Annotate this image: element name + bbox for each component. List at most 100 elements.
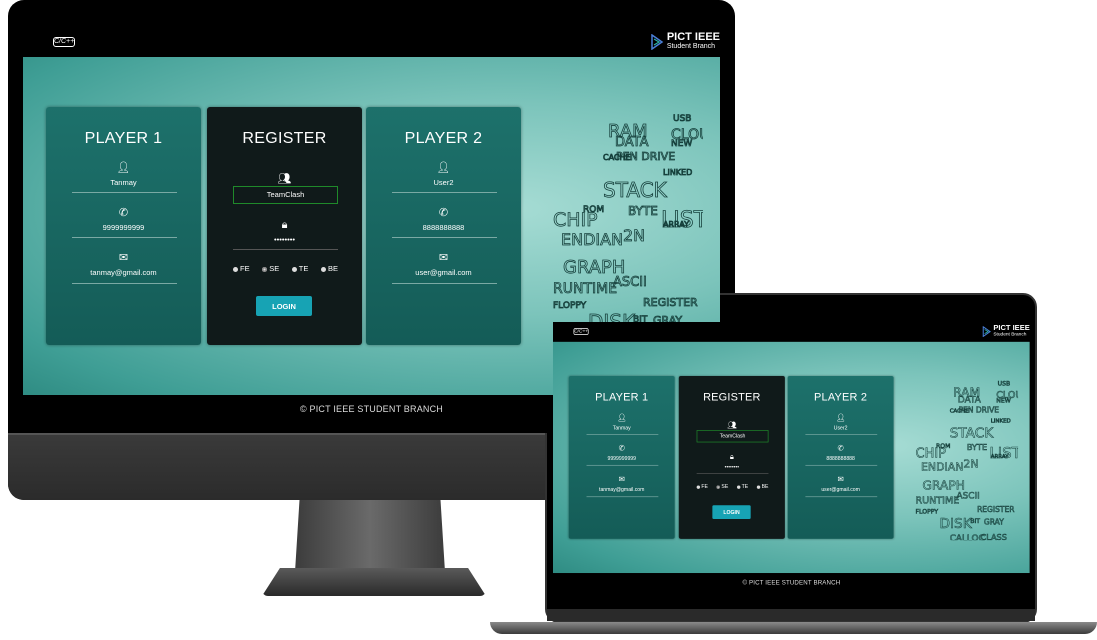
divider <box>72 283 177 284</box>
radio-te[interactable]: TE <box>736 483 749 490</box>
radio-te[interactable]: TE <box>291 264 308 273</box>
radio-dot[interactable] <box>320 266 326 272</box>
logo-title: PICT IEEE <box>666 31 720 43</box>
divider <box>586 434 659 435</box>
word-cloud-word: NEW <box>996 398 1011 405</box>
radio-dot[interactable] <box>736 485 741 489</box>
word-cloud-word: DATA <box>958 396 981 406</box>
radio-be[interactable]: BE <box>320 264 338 273</box>
player1-panel: PLAYER 1 👤︎ Tanmay ✆ 9999999999 ✉ tanmay… <box>568 376 675 539</box>
register-panel: REGISTER 👥︎ TeamClash 🔒︎ •••••••• FE SE … <box>207 107 362 345</box>
radio-dot[interactable] <box>291 266 297 272</box>
cpp-logo[interactable]: C/C++ <box>573 328 589 335</box>
word-cloud-word: 2N <box>963 458 978 471</box>
monitor-stand-neck <box>295 500 445 572</box>
pict-ieee-logo[interactable]: PICT IEEE Student Branch <box>982 324 1030 338</box>
word-cloud-word: ROM <box>583 205 604 215</box>
player2-email-input[interactable]: user@gmail.com <box>366 268 521 277</box>
password-input[interactable]: •••••••• <box>679 464 785 470</box>
word-cloud-word: GRAY <box>984 517 1004 526</box>
team-name-input[interactable]: TeamClash <box>233 186 338 204</box>
word-cloud-word: BYTE <box>628 204 658 218</box>
cpp-logo[interactable]: C/C++ <box>53 37 75 47</box>
radio-dot-selected[interactable] <box>262 266 268 272</box>
word-cloud-word: STACK <box>950 426 995 442</box>
user-icon: 👤︎ <box>116 162 131 174</box>
player1-phone-input[interactable]: 9999999999 <box>569 455 675 461</box>
word-cloud-word: GRAPH <box>922 479 965 493</box>
app-screen: C/C++ PICT IEEE Student Branch PLAYER 1 👤… <box>553 322 1030 600</box>
users-icon: 👥︎ <box>727 421 737 430</box>
phone-icon: ✆ <box>438 207 449 219</box>
user-icon: 👤︎ <box>616 413 627 422</box>
player2-panel: PLAYER 2 👤︎ User2 ✆ 8888888888 ✉ user@gm… <box>366 107 521 345</box>
word-cloud-word: 2N <box>623 226 645 245</box>
word-cloud-word: ENDIAN <box>921 460 963 473</box>
register-panel: REGISTER 👥︎ TeamClash 🔒︎ •••••••• FE SE … <box>678 376 785 539</box>
radio-se[interactable]: SE <box>262 264 279 273</box>
divider <box>696 473 769 474</box>
word-cloud-word: PEN DRIVE <box>959 405 1000 414</box>
password-input[interactable]: •••••••• <box>207 235 362 244</box>
player2-name-input[interactable]: User2 <box>788 425 894 431</box>
divider <box>586 464 659 466</box>
background-area: PLAYER 1 👤︎ Tanmay ✆ 9999999999 ✉ tanmay… <box>553 341 1030 574</box>
laptop-hinge <box>547 609 1035 621</box>
player1-email-input[interactable]: tanmay@gmail.com <box>46 268 201 277</box>
player1-phone-input[interactable]: 9999999999 <box>46 223 201 232</box>
word-cloud-word: ARRAY <box>991 454 1009 460</box>
player2-phone-input[interactable]: 8888888888 <box>788 455 894 461</box>
word-cloud-word: PEN DRIVE <box>616 150 675 163</box>
player1-email-input[interactable]: tanmay@gmail.com <box>569 486 675 492</box>
divider <box>586 496 659 498</box>
radio-dot-selected[interactable] <box>716 485 721 489</box>
word-cloud-word: BYTE <box>967 442 987 452</box>
player2-email-input[interactable]: user@gmail.com <box>788 486 894 492</box>
login-button[interactable]: LOGIN <box>712 505 751 519</box>
word-cloud-word: RUNTIME <box>553 281 617 297</box>
word-cloud-word: ROM <box>936 443 950 450</box>
player2-panel: PLAYER 2 👤︎ User2 ✆ 8888888888 ✉ user@gm… <box>787 376 894 539</box>
word-cloud-word: LINKED <box>663 168 692 177</box>
radio-fe[interactable]: FE <box>233 264 250 273</box>
radio-label: BE <box>761 483 769 490</box>
panel-title: REGISTER <box>242 130 327 147</box>
ieee-triangle-icon <box>982 325 991 337</box>
monitor-stand-base <box>262 568 486 596</box>
panel-title: PLAYER 1 <box>84 130 163 147</box>
radio-label: TE <box>741 483 749 490</box>
radio-be[interactable]: BE <box>756 483 769 490</box>
radio-dot[interactable] <box>696 485 701 489</box>
envelope-icon: ✉ <box>618 475 625 484</box>
radio-dot[interactable] <box>756 485 761 489</box>
divider <box>392 192 497 193</box>
word-cloud-word: USB <box>673 114 691 124</box>
player2-phone-input[interactable]: 8888888888 <box>366 223 521 232</box>
radio-se[interactable]: SE <box>716 483 728 490</box>
player1-name-input[interactable]: Tanmay <box>569 425 675 431</box>
team-name-input[interactable]: TeamClash <box>696 430 769 443</box>
divider <box>805 434 878 435</box>
panel-title: PLAYER 2 <box>404 130 483 147</box>
footer-copyright: © PICT IEEE STUDENT BRANCH <box>742 579 841 587</box>
divider <box>805 496 878 498</box>
word-cloud-word: REGISTER <box>643 296 698 309</box>
radio-label: BE <box>327 264 338 273</box>
radio-dot[interactable] <box>233 266 238 272</box>
user-icon: 👤︎ <box>436 162 451 174</box>
player2-name-input[interactable]: User2 <box>366 178 521 187</box>
divider <box>72 237 177 238</box>
logo-subtitle: Student Branch <box>993 332 1027 338</box>
word-cloud-word: ARRAY <box>663 220 689 229</box>
word-cloud-word: CLASS <box>981 532 1007 540</box>
divider <box>233 249 338 250</box>
pict-ieee-logo[interactable]: PICT IEEE Student Branch <box>650 32 720 51</box>
year-radio-group: FE SE TE BE <box>233 264 338 273</box>
panel-title: REGISTER <box>703 391 761 404</box>
word-cloud-word: ENDIAN <box>561 230 623 249</box>
radio-fe[interactable]: FE <box>696 483 708 490</box>
word-cloud-word: RUNTIME <box>916 495 960 506</box>
player1-name-input[interactable]: Tanmay <box>46 178 201 187</box>
login-button[interactable]: LOGIN <box>256 296 312 316</box>
radio-label: FE <box>240 264 250 273</box>
